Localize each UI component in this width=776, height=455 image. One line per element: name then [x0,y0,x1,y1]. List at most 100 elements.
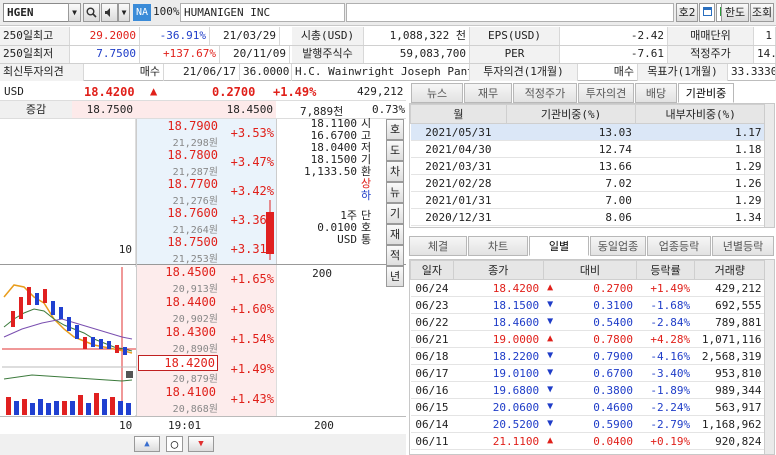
tab-5[interactable]: 기관비중 [678,83,734,103]
column-header[interactable]: 대비 [542,260,638,280]
side-button[interactable]: 호 [386,119,404,140]
column-header[interactable]: 등락률 [636,260,695,280]
ask-price[interactable]: 18.7700 [140,177,218,191]
ask-price[interactable]: 18.7500 [140,235,218,249]
side-button[interactable]: 적 [386,245,404,266]
pct-cell: +0.19% [636,432,695,450]
symbol-input[interactable]: HGEN [3,3,69,22]
table-row[interactable]: 06/18 18.2200 ▼ 0.7900 -4.16% 2,568,319 [410,347,766,365]
tab-1[interactable]: 차트 [468,236,528,256]
bid-qty-col [276,264,386,416]
tab-0[interactable]: 체결 [409,236,467,256]
bid-price[interactable]: 18.4200 [138,355,218,371]
close-cell: 20.0600 [453,398,544,416]
column-header[interactable]: 내부자비중(%) [635,104,766,124]
query-button[interactable]: 조회 [750,3,774,22]
table-row[interactable]: 06/22 18.4600 ▼ 0.5400 -2.84% 789,881 [410,313,766,331]
table-row[interactable]: 2021/01/31 7.00 1.29 [410,191,766,209]
tab-2[interactable]: 적정주가 [513,83,577,103]
tab-2[interactable]: 일별 [529,236,589,256]
info-label: 목표가(1개월) [638,63,728,81]
volume-cell: 989,344 [694,381,766,399]
volume-cell: 1,071,116 [694,330,766,348]
diff-cell: ▼ 0.3100 [543,296,637,314]
table-row[interactable]: 2021/05/31 13.03 1.17 [410,123,766,141]
scroll-up-button[interactable]: ▲ [134,436,160,452]
sound-dropdown-button[interactable]: ▼ [118,3,130,22]
column-header[interactable]: 월 [410,104,507,124]
table-row[interactable]: 06/14 20.5200 ▼ 0.5900 -2.79% 1,168,962 [410,415,766,433]
table-row[interactable]: 06/11 21.1100 ▲ 0.0400 +0.19% 920,824 [410,432,766,450]
window-icon [702,7,712,16]
side-button[interactable]: 기 [386,203,404,224]
new-window-button[interactable] [699,3,715,22]
refresh-button[interactable]: ◯ [166,436,183,452]
value-cell: 7.00 [506,191,636,209]
ownership-scrollbar[interactable] [764,104,774,227]
table-row[interactable]: 2021/04/30 12.74 1.18 [410,140,766,158]
table-row[interactable]: 2020/12/31 8.06 1.34 [410,208,766,226]
volume-cell: 563,917 [694,398,766,416]
side-button[interactable]: 차 [386,161,404,182]
tab-3[interactable]: 투자의견 [578,83,634,103]
column-header[interactable]: 거래량 [693,260,767,280]
limit-button[interactable]: 한도 [721,3,749,22]
close-cell: 21.0700 [453,449,544,454]
table-row[interactable]: 06/23 18.1500 ▼ 0.3100 -1.68% 692,555 [410,296,766,314]
table-row[interactable]: 06/21 19.0000 ▲ 0.7800 +4.28% 1,071,116 [410,330,766,348]
table-row[interactable]: 06/17 19.0100 ▼ 0.6700 -3.40% 953,810 [410,364,766,382]
bid-price[interactable]: 18.4100 [138,385,218,399]
bid-price[interactable]: 18.4500 [138,265,218,279]
side-button[interactable]: 도 [386,140,404,161]
column-header[interactable]: 종가 [452,260,544,280]
info-value: 29.2000 [70,27,140,45]
table-row[interactable]: 06/15 20.0600 ▼ 0.4600 -2.24% 563,917 [410,398,766,416]
account-button[interactable]: 호2 [676,3,698,22]
scroll-down-button[interactable]: ▼ [188,436,214,452]
bid-price[interactable]: 18.4400 [138,295,218,309]
column-header[interactable]: 일자 [410,260,454,280]
tab-1[interactable]: 재무 [464,83,512,103]
tab-4[interactable]: 배당 [635,83,677,103]
info-label: 최신투자의견 [0,63,84,81]
ask-price[interactable]: 18.7900 [140,119,218,133]
search-button[interactable] [83,3,100,22]
table-row[interactable]: 2021/03/31 13.66 1.29 [410,157,766,175]
daily-scrollbar[interactable] [764,260,774,454]
table-row[interactable]: 2021/02/28 7.02 1.26 [410,174,766,192]
side-button[interactable]: 년 [386,266,404,287]
diff-value: 0.3800 [593,383,633,397]
table-row[interactable]: 06/1021.0700▼ 0.5300-2.45%712,717 [410,449,766,454]
bid-qty[interactable]: 200 [290,267,332,280]
price-summary: 18.1100 시 16.6700 고 18.0400 저 18.1500 기 1,133.50… [277,118,386,264]
table-row[interactable]: 06/16 19.6800 ▼ 0.3800 -1.89% 989,344 [410,381,766,399]
info-label: PER [470,45,560,63]
volume-cell: 953,810 [694,364,766,382]
diff-value: 0.5900 [593,417,633,431]
ask-qty[interactable]: 10 [60,243,132,256]
total-ask-qty: 10 [119,419,133,432]
pct-cell: -2.84% [636,313,695,331]
mini-candle-chart [2,267,136,415]
side-button[interactable]: 뉴 [386,182,404,203]
sound-button[interactable] [101,3,118,22]
side-button[interactable]: 재 [386,224,404,245]
close-cell: 20.5200 [453,415,544,433]
memo-field[interactable] [346,3,674,22]
table-row[interactable]: 06/24 18.4200 ▲ 0.2700 +1.49% 429,212 [410,279,766,297]
diff-cell: ▼ 0.7900 [543,347,637,365]
collapse-icon[interactable] [126,371,133,378]
tab-5[interactable]: 년별등락 [712,236,774,256]
toolbar: HGEN ▼ ▼ NA 100% HUMANIGEN INC 호2 ⚙ 한도 [0,0,776,26]
ask-price[interactable]: 18.7800 [140,148,218,162]
bid-price[interactable]: 18.4300 [138,325,218,339]
volume-cell: 429,212 [694,279,766,297]
tab-4[interactable]: 업종등락 [647,236,711,256]
tab-0[interactable]: 뉴스 [411,83,463,103]
down-arrow-icon: ▼ [547,417,554,429]
column-header[interactable]: 기관비중(%) [505,104,637,124]
symbol-dropdown-button[interactable]: ▼ [68,3,81,22]
info-value: -36.91% [140,27,210,45]
ask-price[interactable]: 18.7600 [140,206,218,220]
tab-3[interactable]: 동일업종 [590,236,646,256]
